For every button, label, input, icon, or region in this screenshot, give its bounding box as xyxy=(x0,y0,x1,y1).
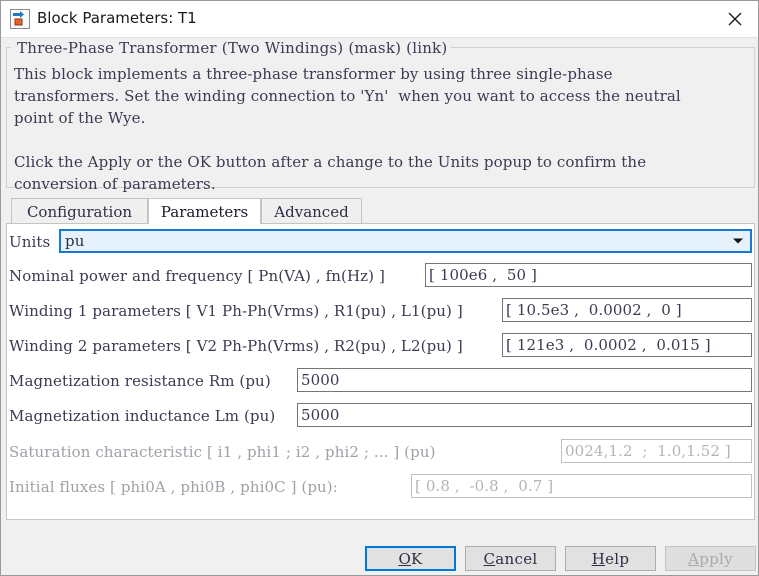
initial-fluxes-row: Initial fluxes [ phi0A , phi0B , phi0C ]… xyxy=(9,474,338,500)
magnetization-resistance-input[interactable] xyxy=(297,368,752,392)
saturation-input[interactable] xyxy=(561,439,752,463)
saturation-label: Saturation characteristic [ i1 , phi1 ; … xyxy=(9,443,436,461)
nominal-power-row: Nominal power and frequency [ Pn(VA) , f… xyxy=(9,263,385,289)
initial-fluxes-label: Initial fluxes [ phi0A , phi0B , phi0C ]… xyxy=(9,478,338,496)
tab-advanced-label: Advanced xyxy=(274,202,349,221)
tab-configuration[interactable]: Configuration xyxy=(11,198,148,224)
units-dropdown-value: pu xyxy=(65,232,85,250)
initial-fluxes-input[interactable] xyxy=(411,474,752,498)
block-description-text: This block implements a three-phase tran… xyxy=(14,65,681,193)
chevron-down-icon xyxy=(733,238,743,244)
ok-button-mnemonic: O xyxy=(398,549,412,568)
cancel-button-label: ancel xyxy=(495,549,538,568)
magnetization-resistance-row: Magnetization resistance Rm (pu) xyxy=(9,368,271,394)
magnetization-resistance-label: Magnetization resistance Rm (pu) xyxy=(9,372,271,390)
winding1-input[interactable] xyxy=(502,298,752,322)
winding1-row: Winding 1 parameters [ V1 Ph-Ph(Vrms) , … xyxy=(9,298,463,324)
tab-strip: Configuration Parameters Advanced xyxy=(6,198,755,224)
simulink-block-icon xyxy=(10,9,30,29)
magnetization-inductance-input[interactable] xyxy=(297,403,752,427)
close-icon[interactable] xyxy=(712,1,758,37)
apply-button[interactable]: Apply xyxy=(665,546,756,571)
help-button-label: elp xyxy=(605,549,630,568)
tab-advanced[interactable]: Advanced xyxy=(261,198,362,224)
saturation-row: Saturation characteristic [ i1 , phi1 ; … xyxy=(9,439,436,465)
title-bar: Block Parameters: T1 xyxy=(1,1,758,38)
ok-button[interactable]: OK xyxy=(365,546,456,571)
tab-configuration-label: Configuration xyxy=(26,202,133,221)
winding2-input[interactable] xyxy=(502,333,752,357)
units-label: Units xyxy=(9,233,51,251)
window-title: Block Parameters: T1 xyxy=(37,9,197,27)
apply-button-label: pply xyxy=(699,549,733,568)
groupbox-border-left xyxy=(6,47,11,48)
ok-button-label: K xyxy=(411,549,423,568)
winding2-label: Winding 2 parameters [ V2 Ph-Ph(Vrms) , … xyxy=(9,337,463,355)
cancel-button[interactable]: Cancel xyxy=(465,546,556,571)
block-type-title: Three-Phase Transformer (Two Windings) (… xyxy=(13,39,452,57)
units-dropdown[interactable]: pu xyxy=(59,229,752,253)
help-button[interactable]: Help xyxy=(565,546,656,571)
winding2-row: Winding 2 parameters [ V2 Ph-Ph(Vrms) , … xyxy=(9,333,463,359)
block-parameters-dialog: Block Parameters: T1 Three-Phase Transfo… xyxy=(0,0,759,576)
apply-button-mnemonic: A xyxy=(688,549,700,568)
help-button-mnemonic: H xyxy=(591,549,606,568)
magnetization-inductance-row: Magnetization inductance Lm (pu) xyxy=(9,403,275,429)
magnetization-inductance-label: Magnetization inductance Lm (pu) xyxy=(9,407,276,425)
groupbox-border-right xyxy=(444,47,755,48)
cancel-button-mnemonic: C xyxy=(483,549,496,568)
units-row: Units xyxy=(9,229,50,255)
tab-parameters-label: Parameters xyxy=(160,202,249,221)
winding1-label: Winding 1 parameters [ V1 Ph-Ph(Vrms) , … xyxy=(9,302,463,320)
nominal-power-input[interactable] xyxy=(425,263,752,287)
tab-parameters[interactable]: Parameters xyxy=(148,198,261,224)
nominal-power-label: Nominal power and frequency [ Pn(VA) , f… xyxy=(9,267,385,285)
